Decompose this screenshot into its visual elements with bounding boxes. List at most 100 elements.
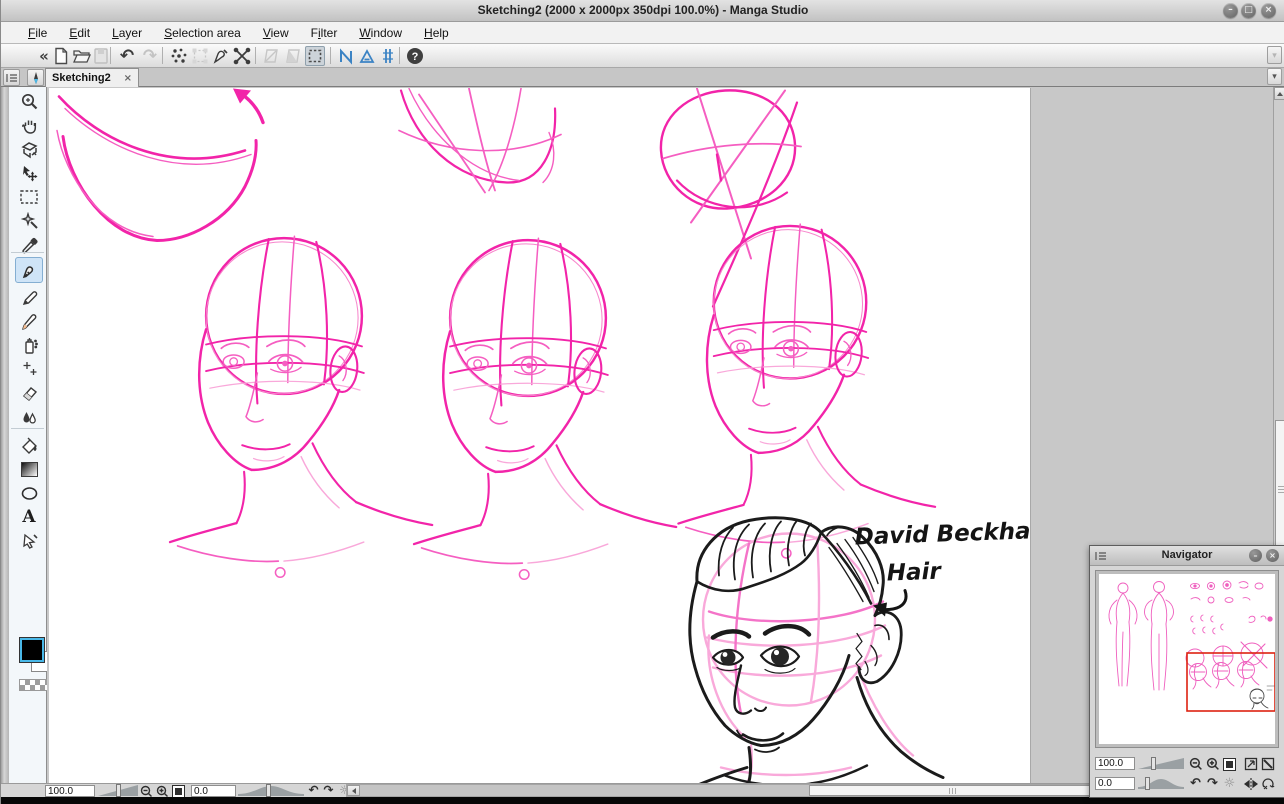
shape-ruler-icon[interactable]	[357, 46, 377, 66]
decoration-tool-icon[interactable]	[18, 358, 40, 380]
navigator-minimize-button[interactable]: –	[1249, 549, 1262, 562]
rotate-cw-icon[interactable]: ↷	[1205, 776, 1220, 790]
rotate-cw-icon[interactable]: ↷	[321, 783, 336, 797]
navigator-preview-well	[1095, 570, 1279, 748]
transform-frame-icon[interactable]	[190, 46, 210, 66]
zoom-in-icon[interactable]	[155, 784, 170, 798]
menu-layer[interactable]: Layer	[101, 23, 153, 43]
zoom-slider[interactable]	[98, 784, 138, 797]
navigator-rotation-field[interactable]: 0.0	[1095, 777, 1135, 790]
rotation-slider[interactable]	[238, 784, 304, 797]
blend-tool-icon[interactable]	[18, 406, 40, 428]
reset-display-icon[interactable]	[1260, 777, 1275, 791]
reset-rotation-icon[interactable]: ☼	[1222, 776, 1237, 790]
pen-tool-icon-selected[interactable]	[15, 257, 43, 283]
zoom-out-icon[interactable]	[1188, 757, 1203, 771]
menu-file[interactable]: File	[17, 23, 58, 43]
menu-filter[interactable]: Filter	[300, 23, 349, 43]
pencil-tool-icon[interactable]	[18, 286, 40, 308]
navigator-rotation-slider[interactable]	[1138, 777, 1184, 790]
rotate-canvas-tool-icon[interactable]	[18, 138, 40, 160]
scroll-up-button[interactable]	[1274, 87, 1284, 100]
window-title: Sketching2 (2000 x 2000px 350dpi 100.0%)…	[1, 3, 1284, 17]
save-icon[interactable]	[91, 46, 111, 66]
hand-tool-icon[interactable]	[18, 114, 40, 136]
fill-tool-icon[interactable]	[18, 434, 40, 456]
menu-view[interactable]: View	[252, 23, 300, 43]
text-tool-icon[interactable]: A	[18, 506, 40, 528]
canvas-artwork[interactable]: David Beckham Hair	[49, 88, 1031, 783]
scatter-tone-icon[interactable]	[169, 46, 189, 66]
airbrush-tool-icon[interactable]	[18, 334, 40, 356]
actual-size-icon[interactable]	[1243, 757, 1258, 771]
svg-text:?: ?	[412, 51, 419, 63]
horizontal-scroll-thumb[interactable]	[809, 785, 1097, 796]
selection-launcher-icon[interactable]	[305, 46, 325, 66]
panel-menu-icon[interactable]	[3, 69, 20, 86]
new-canvas-icon[interactable]	[51, 46, 71, 66]
help-icon[interactable]: ?	[405, 46, 425, 66]
tool-palette: A	[9, 87, 47, 783]
zoom-slider-thumb[interactable]	[1151, 757, 1156, 770]
rotation-slider-thumb[interactable]	[1145, 777, 1150, 790]
zoom-value-field[interactable]: 100.0	[45, 785, 95, 797]
undo-icon[interactable]: ↶	[117, 46, 137, 66]
rotate-ccw-icon[interactable]: ↶	[306, 783, 321, 797]
zoom-tool-icon[interactable]	[18, 90, 40, 112]
toolbar-separator	[399, 47, 400, 64]
flip-horizontal-icon[interactable]	[1243, 777, 1258, 791]
zoom-out-icon[interactable]	[139, 784, 154, 798]
tab-close-icon[interactable]: ×	[124, 73, 132, 84]
tab-list-dropdown[interactable]: ▾	[1267, 68, 1282, 85]
correct-line-icon[interactable]	[211, 46, 231, 66]
construction-head-3	[678, 224, 935, 558]
linear-ruler-icon[interactable]	[336, 46, 356, 66]
gradient-swatch	[21, 462, 38, 477]
menu-selection-area[interactable]: Selection area	[153, 23, 252, 43]
minimize-button[interactable]: –	[1223, 3, 1238, 18]
rotation-slider-thumb[interactable]	[266, 784, 271, 797]
pen-tab-icon[interactable]	[27, 69, 44, 86]
auto-select-tool-icon[interactable]	[18, 210, 40, 232]
maximize-button[interactable]: □	[1241, 3, 1256, 18]
navigator-thumbnail[interactable]	[1099, 574, 1275, 744]
eraser-tool-icon[interactable]	[18, 382, 40, 404]
menu-edit[interactable]: Edit	[58, 23, 101, 43]
brush-tool-icon[interactable]	[18, 310, 40, 332]
title-bar[interactable]: Sketching2 (2000 x 2000px 350dpi 100.0%)…	[1, 0, 1284, 22]
close-button[interactable]: ×	[1261, 3, 1276, 18]
toolbar-overflow-dropdown[interactable]: ▾	[1267, 46, 1282, 64]
vertical-scroll-thumb[interactable]	[1275, 420, 1284, 560]
navigator-close-button[interactable]: ×	[1266, 549, 1279, 562]
rotation-value-field[interactable]: 0.0	[191, 785, 236, 797]
navigator-zoom-slider[interactable]	[1138, 757, 1184, 770]
toolbar-separator	[110, 47, 111, 64]
fit-to-window-icon[interactable]	[1222, 757, 1237, 771]
zoom-area-icon[interactable]	[1260, 757, 1275, 771]
scroll-left-button[interactable]	[347, 785, 360, 796]
menu-help[interactable]: Help	[413, 23, 460, 43]
redo-icon[interactable]: ↷	[140, 46, 160, 66]
open-file-icon[interactable]	[71, 46, 91, 66]
navigator-zoom-field[interactable]: 100.0	[1095, 757, 1135, 770]
menu-window[interactable]: Window	[348, 23, 413, 43]
mesh-transform-icon[interactable]	[232, 46, 252, 66]
fit-to-window-icon[interactable]	[171, 784, 186, 798]
zoom-in-icon[interactable]	[1205, 757, 1220, 771]
move-layer-tool-icon[interactable]	[18, 162, 40, 184]
rotate-ccw-icon[interactable]: ↶	[1188, 776, 1203, 790]
foreground-color-swatch[interactable]	[20, 638, 44, 662]
gradient-tool-icon[interactable]	[18, 458, 40, 480]
figure-tool-icon[interactable]	[18, 482, 40, 504]
navigator-panel[interactable]: Navigator – ×	[1089, 545, 1284, 798]
navigator-title-bar[interactable]: Navigator – ×	[1090, 546, 1284, 566]
palette-dock-edge[interactable]	[1, 87, 9, 783]
canvas-page[interactable]: David Beckham Hair	[49, 88, 1031, 783]
tab-sketching2[interactable]: Sketching2 ×	[45, 68, 139, 87]
convert-selection-icon[interactable]	[261, 46, 281, 66]
operation-tool-icon[interactable]	[18, 530, 40, 552]
zoom-slider-thumb[interactable]	[116, 784, 121, 797]
fill-selection-icon[interactable]	[283, 46, 303, 66]
guide-ruler-icon[interactable]	[378, 46, 398, 66]
selection-tool-icon[interactable]	[18, 186, 40, 208]
